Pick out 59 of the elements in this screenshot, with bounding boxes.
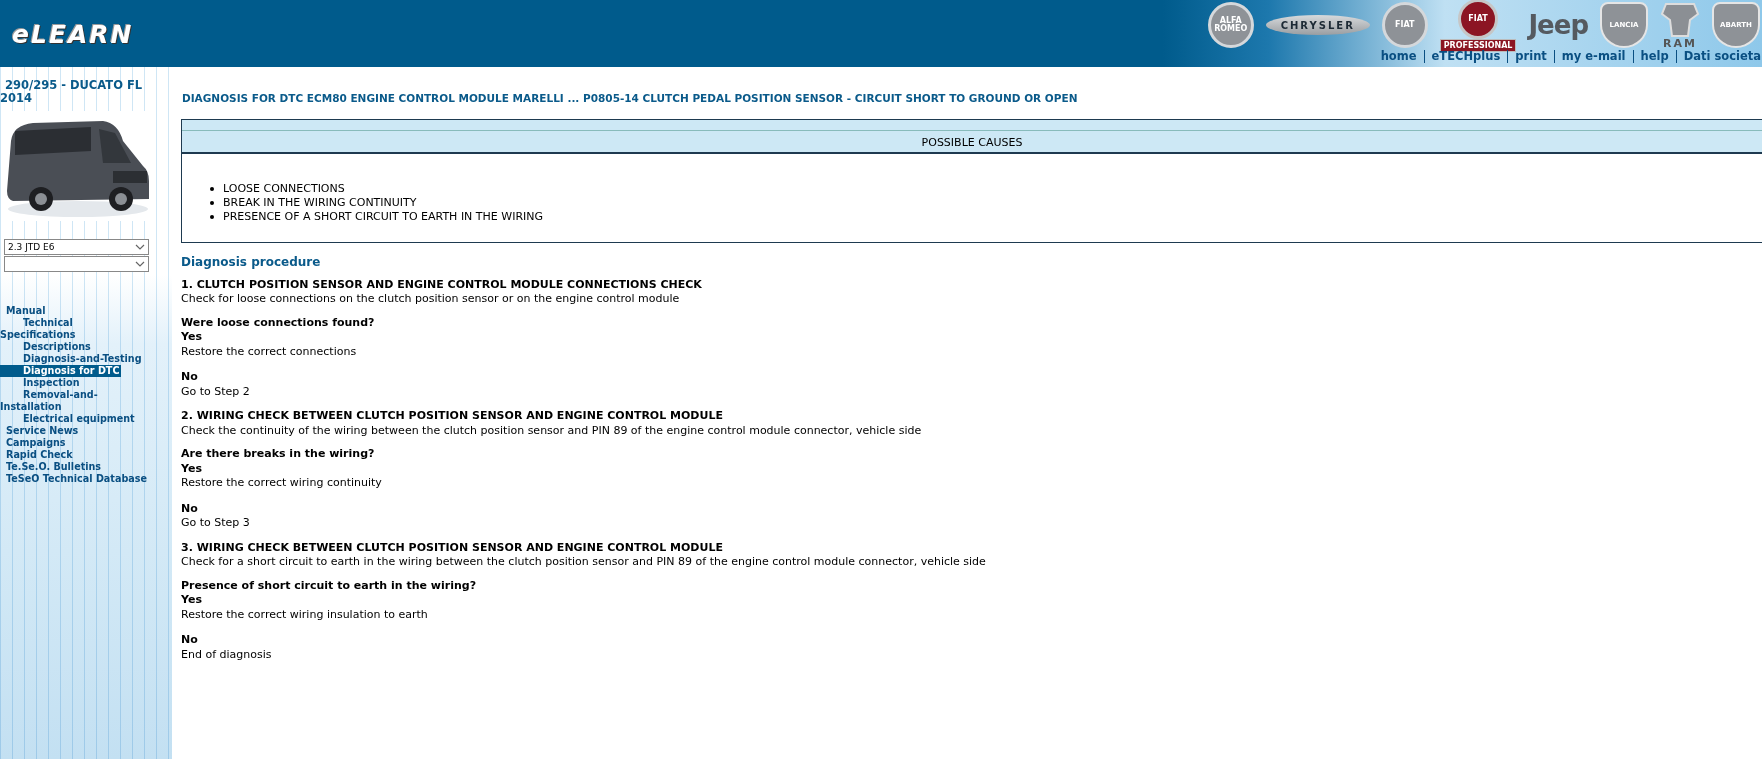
- answer-action: Restore the correct wiring insulation to earth: [181, 607, 429, 622]
- header-link[interactable]: my e-mail: [1554, 50, 1634, 63]
- header-link[interactable]: print: [1508, 50, 1555, 63]
- sidebar-item[interactable]: Service News: [0, 425, 81, 437]
- answer-action: Restore the correct connections: [181, 344, 358, 359]
- answer-label: No: [181, 633, 199, 648]
- vehicle-title: 290/295 - DUCATO FL 2014: [0, 77, 144, 105]
- section-heading: Diagnosis procedure: [181, 255, 322, 270]
- step-instruction: Check for a short circuit to earth in the wiring between the clutch position sensor and PIN 89 of the engine control module connector, vehicle side: [181, 555, 987, 570]
- brand-wordmark[interactable]: RAM: [1663, 37, 1697, 49]
- sidebar-item[interactable]: Diagnosis-and-Testing: [0, 353, 144, 365]
- chevron-down-icon: [135, 244, 145, 250]
- bullet-icon: [210, 215, 214, 219]
- brand-wordmark[interactable]: Jeep: [1528, 10, 1588, 40]
- step-question: Were loose connections found?: [181, 315, 376, 330]
- causes-header: POSSIBLE CAUSES: [182, 120, 1762, 154]
- header-link[interactable]: eTECHplus: [1424, 50, 1509, 63]
- step-instruction: Check for loose connections on the clutch position sensor or on the engine control module: [181, 292, 681, 307]
- sidebar-item[interactable]: Removal-and-Installation: [0, 389, 152, 413]
- step-title: 3. WIRING CHECK BETWEEN CLUTCH POSITION SENSOR AND ENGINE CONTROL MODULE: [181, 540, 724, 555]
- cause-text: PRESENCE OF A SHORT CIRCUIT TO EARTH IN THE WIRING: [223, 210, 544, 224]
- cause-text: BREAK IN THE WIRING CONTINUITY: [223, 196, 417, 210]
- answer-label: Yes: [181, 593, 203, 608]
- brand-emblem-icon[interactable]: FIAT: [1458, 0, 1499, 39]
- sidebar-item[interactable]: Electrical equipment: [0, 413, 137, 425]
- sidebar-item[interactable]: Technical Specifications: [0, 317, 152, 341]
- header-link[interactable]: help: [1633, 50, 1677, 63]
- sidebar-item[interactable]: Manual: [0, 305, 48, 317]
- answer-label: No: [181, 370, 199, 385]
- sidebar-item[interactable]: Inspection: [0, 377, 82, 389]
- elearn-logo: eLEARN: [12, 20, 134, 48]
- sidebar-item[interactable]: Te.Se.O. Bulletins: [0, 461, 104, 473]
- step-question: Presence of short circuit to earth in the wiring?: [181, 578, 478, 593]
- answer-label: No: [181, 501, 199, 516]
- sidebar-item[interactable]: TeSeO Technical Database: [0, 473, 149, 485]
- chevron-down-icon: [135, 261, 145, 267]
- step-title: 2. WIRING CHECK BETWEEN CLUTCH POSITION SENSOR AND ENGINE CONTROL MODULE: [181, 409, 724, 424]
- answer-label: Yes: [181, 461, 203, 476]
- bullet-icon: [210, 187, 214, 191]
- sidebar-item[interactable]: Diagnosis for DTC: [0, 365, 122, 377]
- answer-action: Go to Step 3: [181, 516, 251, 531]
- answer-label: Yes: [181, 330, 203, 345]
- sidebar-item[interactable]: Rapid Check: [0, 449, 75, 461]
- answer-action: Go to Step 2: [181, 384, 251, 399]
- dropdown-field[interactable]: 2.3 JTD E6: [4, 239, 149, 255]
- brand-wing-logo[interactable]: CHRYSLER: [1265, 15, 1370, 35]
- step-instruction: Check the continuity of the wiring between the clutch position sensor and PIN 89 of the engine control module connector, vehicle side: [181, 423, 923, 438]
- sidebar-item[interactable]: Campaigns: [0, 437, 68, 449]
- step-question: Are there breaks in the wiring?: [181, 447, 376, 462]
- step-title: 1. CLUTCH POSITION SENSOR AND ENGINE CONTROL MODULE CONNECTIONS CHECK: [181, 277, 703, 292]
- cause-text: LOOSE CONNECTIONS: [223, 182, 345, 196]
- answer-action: Restore the correct wiring continuity: [181, 476, 383, 491]
- dropdown-field[interactable]: [4, 256, 149, 272]
- header-link[interactable]: Dati societa: [1676, 50, 1762, 63]
- page-title: DIAGNOSIS FOR DTC ECM80 ENGINE CONTROL MODULE MARELLI ... P0805-14 CLUTCH PEDAL POSITION SENSOR - CIRCUIT SHORT TO GROUND OR OPEN: [182, 92, 1079, 105]
- bullet-icon: [210, 201, 214, 205]
- answer-action: End of diagnosis: [181, 647, 273, 662]
- header-link[interactable]: home: [1373, 50, 1425, 63]
- sidebar-item[interactable]: Descriptions: [0, 341, 93, 353]
